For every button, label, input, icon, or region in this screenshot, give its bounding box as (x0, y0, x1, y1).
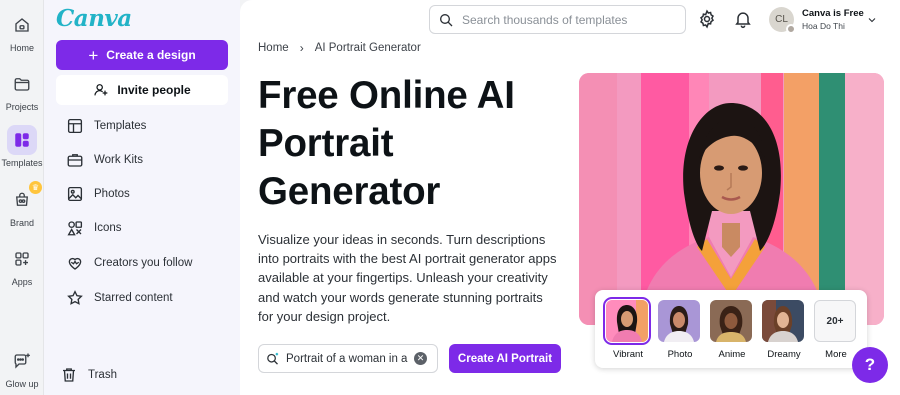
template-search[interactable] (429, 5, 686, 34)
add-user-icon (94, 84, 108, 96)
rail-item-apps[interactable]: Apps (0, 244, 44, 287)
nav-item-trash[interactable]: Trash (60, 366, 117, 384)
magic-search-icon (267, 352, 279, 365)
page-description: Visualize your ideas in seconds. Turn de… (258, 232, 557, 324)
page-title: Free Online AI Portrait Generator (258, 74, 515, 213)
style-thumb-anime (710, 300, 752, 342)
rail-item-home[interactable]: Home (0, 10, 44, 53)
style-label: Dreamy (767, 349, 801, 360)
style-label: Vibrant (613, 349, 643, 360)
rail-item-brand[interactable]: ♛ Brand (0, 181, 44, 228)
create-design-label: Create a design (106, 48, 196, 62)
style-thumb-vibrant (603, 297, 651, 345)
heart-icon (68, 257, 82, 270)
style-option-anime[interactable]: Anime (710, 300, 754, 360)
canva-logo[interactable]: Canva (56, 5, 132, 32)
invite-people-label: Invite people (117, 83, 191, 97)
trash-icon (63, 368, 75, 382)
rail-label: Brand (9, 218, 35, 228)
nav-item-icons[interactable]: Icons (66, 219, 122, 237)
bell-icon (735, 12, 751, 29)
templates-icon (7, 125, 37, 155)
create-design-button[interactable]: + Create a design (56, 40, 228, 70)
nav-label: Icons (94, 222, 122, 234)
side-panel: Canva + Create a design Invite people Te… (44, 0, 240, 395)
nav-label: Photos (94, 188, 130, 200)
search-input[interactable] (462, 12, 672, 27)
briefcase-icon (67, 154, 83, 167)
style-option-vibrant[interactable]: Vibrant (603, 297, 651, 360)
help-button[interactable]: ? (852, 347, 888, 383)
style-option-dreamy[interactable]: Dreamy (762, 300, 806, 360)
nav-item-templates[interactable]: Templates (66, 117, 146, 135)
shapes-icon (67, 221, 83, 236)
avatar[interactable]: CL (769, 7, 796, 34)
rail-label: Glow up (5, 379, 39, 389)
plus-icon: + (88, 45, 99, 65)
account-name: Hoa Do Thi (802, 21, 845, 31)
breadcrumb-home[interactable]: Home (258, 42, 289, 54)
prompt-field[interactable]: ✕ (258, 344, 438, 373)
style-label: More (825, 349, 847, 360)
breadcrumb: Home › AI Portrait Generator (258, 41, 421, 55)
account-plan: Canva is Free (802, 8, 864, 19)
crown-icon: ♛ (29, 181, 42, 194)
folder-icon (7, 69, 37, 99)
nav-label: Work Kits (94, 154, 143, 166)
template-layout-icon (67, 118, 83, 134)
nav-label: Starred content (94, 292, 173, 304)
hero-portrait-image (579, 73, 884, 325)
nav-item-starred-content[interactable]: Starred content (66, 289, 173, 307)
nav-item-creators-you-follow[interactable]: Creators you follow (66, 254, 192, 272)
notifications-button[interactable] (733, 9, 753, 34)
rail-item-projects[interactable]: Projects (0, 69, 44, 112)
settings-button[interactable] (697, 9, 717, 34)
gear-icon (700, 9, 714, 29)
search-icon (440, 13, 453, 26)
style-thumb-photo (658, 300, 700, 342)
image-icon (67, 186, 83, 202)
create-ai-portrait-button[interactable]: Create AI Portrait (449, 344, 561, 373)
rail-label: Templates (1, 158, 43, 168)
brand-icon: ♛ (7, 181, 42, 215)
prompt-input[interactable] (286, 352, 408, 365)
rail-label: Home (9, 43, 34, 53)
more-styles-count: 20+ (814, 300, 856, 342)
style-picker: Vibrant Photo Anime Dreamy 20+ More (595, 290, 867, 368)
chevron-down-icon (868, 18, 876, 23)
left-rail: Home Projects Templates ♛ Brand Apps Glo… (0, 0, 44, 395)
style-thumb-dreamy (762, 300, 804, 342)
nav-item-photos[interactable]: Photos (66, 185, 130, 203)
rail-item-templates[interactable]: Templates (0, 125, 44, 168)
clear-icon[interactable]: ✕ (414, 352, 427, 365)
main-content: CL Canva is Free Hoa Do Thi Home › AI Po… (240, 0, 900, 395)
style-label: Photo (667, 349, 693, 360)
home-icon (7, 10, 37, 40)
avatar-status-dot (786, 24, 796, 34)
nav-label: Creators you follow (94, 257, 193, 269)
account-menu[interactable]: Canva is Free Hoa Do Thi (802, 8, 864, 31)
trash-label: Trash (88, 369, 117, 381)
apps-icon (7, 244, 37, 274)
account-dropdown[interactable] (866, 13, 878, 31)
rail-label: Projects (5, 102, 39, 112)
breadcrumb-current: AI Portrait Generator (314, 42, 421, 54)
glow-up-icon (7, 346, 37, 376)
style-option-more[interactable]: 20+ More (814, 300, 858, 360)
avatar-initials: CL (775, 14, 788, 25)
rail-item-glow-up[interactable]: Glow up (0, 346, 44, 389)
style-option-photo[interactable]: Photo (658, 300, 702, 360)
nav-item-work-kits[interactable]: Work Kits (66, 151, 143, 169)
nav-label: Templates (94, 120, 147, 132)
rail-label: Apps (11, 277, 33, 287)
chevron-right-icon: › (299, 41, 304, 55)
star-icon (67, 290, 83, 305)
style-label: Anime (718, 349, 746, 360)
invite-people-button[interactable]: Invite people (56, 75, 228, 105)
